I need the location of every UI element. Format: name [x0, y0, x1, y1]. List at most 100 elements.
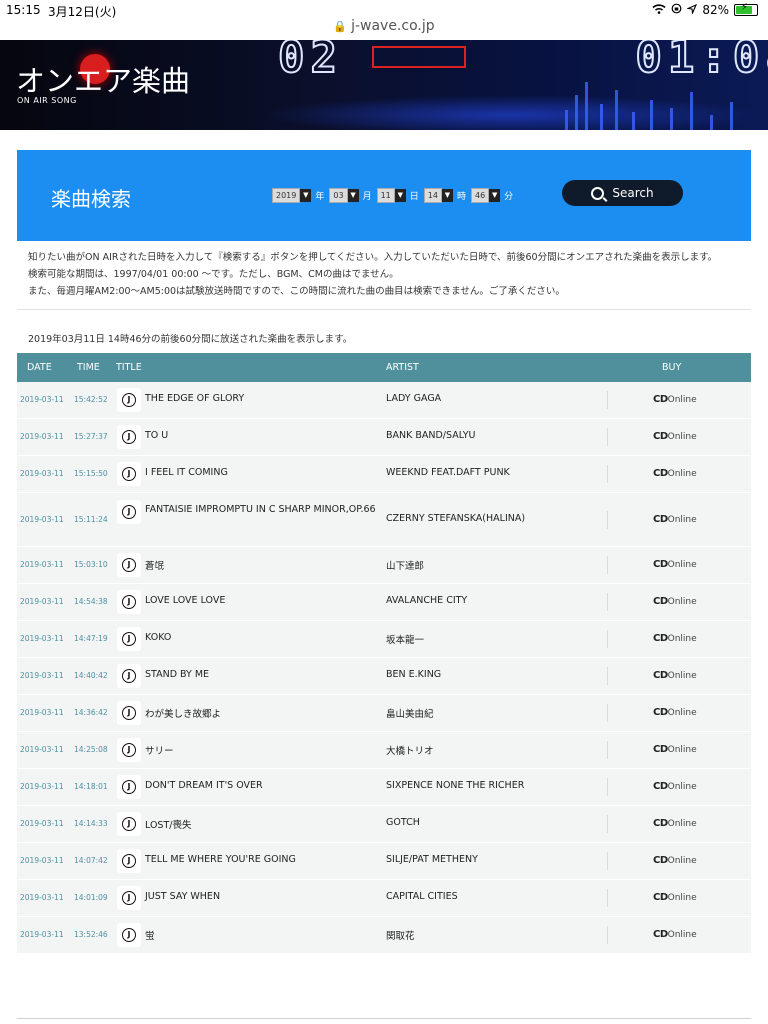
day-unit: 日 [409, 192, 419, 202]
jwave-logo-icon[interactable]: J [117, 388, 141, 412]
row-date: 2019-03-11 [20, 671, 64, 680]
column-separator [607, 889, 608, 907]
buy-cd-label: CD [653, 929, 668, 940]
row-date: 2019-03-11 [20, 560, 64, 569]
row-time: 14:18:01 [74, 782, 108, 791]
jwave-logo-icon[interactable]: J [117, 923, 141, 947]
row-time: 15:11:24 [74, 514, 108, 524]
jwave-logo-icon[interactable]: J [117, 462, 141, 486]
jwave-logo-icon[interactable]: J [117, 553, 141, 577]
row-title: LOST/喪失 [145, 820, 192, 831]
buy-cd-online-link[interactable]: CDOnline [653, 707, 697, 718]
row-time: 15:42:52 [74, 395, 108, 404]
footer-divider [17, 1018, 751, 1019]
jwave-logo-icon[interactable]: J [117, 627, 141, 651]
minute-unit: 分 [504, 192, 514, 202]
instruction-line: 検索可能な期間は、1997/04/01 00:00 〜です。ただし、BGM、CM… [28, 269, 399, 280]
page-title: オンエア楽曲 [16, 64, 191, 98]
buy-cd-online-link[interactable]: CDOnline [653, 468, 697, 479]
battery-percent: 82% [702, 3, 729, 17]
status-indicators: 82% ⚡ [652, 2, 758, 17]
buy-online-label: Online [667, 782, 697, 792]
month-select[interactable]: 03 ▼ [329, 188, 359, 203]
jwave-logo-icon[interactable]: J [117, 590, 141, 614]
table-row: 2019-03-11 14:54:38 J LOVE LOVE LOVE AVALANC… [17, 584, 751, 621]
jwave-logo-icon[interactable]: J [117, 849, 141, 873]
search-button[interactable]: Search [562, 180, 683, 206]
row-date: 2019-03-11 [20, 634, 64, 643]
buy-online-label: Online [667, 856, 697, 866]
jwave-logo-icon[interactable]: J [117, 886, 141, 910]
url-text: j-wave.co.jp [351, 18, 435, 34]
wifi-icon [652, 3, 666, 17]
dropdown-arrow-icon: ▼ [441, 189, 453, 202]
buy-cd-online-link[interactable]: CDOnline [653, 818, 697, 829]
row-date: 2019-03-11 [20, 514, 64, 524]
column-separator [607, 510, 608, 529]
page-subtitle: ON AIR SONG [17, 96, 77, 105]
buy-cd-online-link[interactable]: CDOnline [653, 514, 697, 525]
year-select[interactable]: 2019 ▼ [272, 188, 312, 203]
row-date: 2019-03-11 [20, 745, 64, 754]
jwave-logo-icon[interactable]: J [117, 425, 141, 449]
buy-cd-label: CD [653, 513, 668, 525]
row-date: 2019-03-11 [20, 395, 64, 404]
row-time: 14:47:19 [74, 634, 108, 643]
buy-cd-online-link[interactable]: CDOnline [653, 394, 697, 405]
buy-online-label: Online [667, 671, 697, 681]
buy-cd-online-link[interactable]: CDOnline [653, 781, 697, 792]
address-bar[interactable]: 🔒 j-wave.co.jp [0, 18, 768, 40]
hour-select[interactable]: 14 ▼ [423, 188, 453, 203]
column-separator [607, 741, 608, 759]
table-header: DATE TIME TITLE ARTIST BUY [17, 353, 751, 382]
column-separator [607, 852, 608, 870]
row-time: 15:27:37 [74, 432, 108, 441]
jwave-logo-icon[interactable]: J [117, 664, 141, 688]
column-separator [607, 556, 608, 574]
jwave-logo-icon[interactable]: J [117, 701, 141, 725]
jwave-logo-icon[interactable]: J [117, 812, 141, 836]
buy-cd-online-link[interactable]: CDOnline [653, 670, 697, 681]
row-date: 2019-03-11 [20, 597, 64, 606]
buy-cd-online-link[interactable]: CDOnline [653, 559, 697, 570]
search-title: 楽曲検索 [51, 187, 131, 211]
row-artist: 山下達郎 [386, 561, 425, 572]
dropdown-arrow-icon: ▼ [300, 189, 312, 202]
row-date: 2019-03-11 [20, 819, 64, 828]
buy-cd-online-link[interactable]: CDOnline [653, 596, 697, 607]
buy-cd-label: CD [653, 468, 668, 479]
result-summary: 2019年03月11日 14時46分の前後60分間に放送された楽曲を表示します。 [28, 334, 353, 345]
buy-cd-label: CD [653, 633, 668, 644]
column-separator [607, 428, 608, 446]
column-separator [607, 815, 608, 833]
buy-cd-online-link[interactable]: CDOnline [653, 892, 697, 903]
table-row: 2019-03-11 15:42:52 J THE EDGE OF GLORY LADY… [17, 382, 751, 419]
buy-cd-online-link[interactable]: CDOnline [653, 929, 697, 940]
buy-cd-online-link[interactable]: CDOnline [653, 633, 697, 644]
buy-cd-label: CD [653, 818, 668, 829]
day-select[interactable]: 11 ▼ [376, 188, 406, 203]
row-artist: CAPITAL CITIES [386, 891, 458, 902]
buy-cd-online-link[interactable]: CDOnline [653, 744, 697, 755]
row-title: JUST SAY WHEN [145, 891, 221, 902]
hero-banner: 02 01:08sw オンエア楽曲 ON AIR SONG [0, 40, 768, 130]
row-title: I FEEL IT COMING [145, 467, 228, 478]
table-row: 2019-03-11 14:25:08 J サリー 大橋トリオ CDOnline [17, 732, 751, 769]
row-title: DON'T DREAM IT'S OVER [145, 780, 263, 791]
row-date: 2019-03-11 [20, 930, 64, 939]
buy-cd-label: CD [653, 394, 668, 405]
dropdown-arrow-icon: ▼ [394, 189, 406, 202]
buy-cd-online-link[interactable]: CDOnline [653, 431, 697, 442]
table-row: 2019-03-11 15:27:37 J TO U BANK BAND/SALYU CD… [17, 419, 751, 456]
jwave-logo-icon[interactable]: J [117, 775, 141, 799]
minute-select[interactable]: 46 ▼ [470, 188, 501, 203]
buy-online-label: Online [667, 893, 697, 903]
row-time: 14:01:09 [74, 893, 108, 902]
row-date: 2019-03-11 [20, 856, 64, 865]
row-time: 14:40:42 [74, 671, 108, 680]
column-separator [607, 391, 608, 409]
table-row: 2019-03-11 14:47:19 J KOKO 坂本龍一 CDOnline [17, 621, 751, 658]
row-artist: WEEKND FEAT.DAFT PUNK [386, 467, 510, 478]
jwave-logo-icon[interactable]: J [117, 738, 141, 762]
buy-cd-online-link[interactable]: CDOnline [653, 855, 697, 866]
